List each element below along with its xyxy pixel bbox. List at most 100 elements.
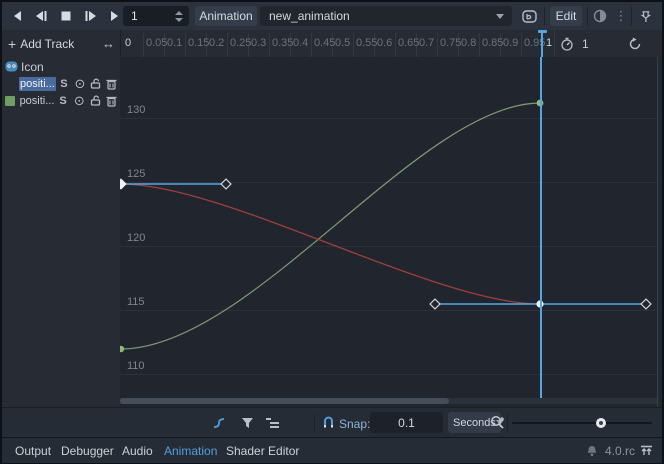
zoom-slider[interactable] [512, 422, 652, 424]
ruler-tick-end: 1 [546, 37, 552, 49]
tab-audio[interactable]: Audio [122, 438, 153, 463]
ruler-tick: 0.6 [377, 37, 392, 49]
tab-output[interactable]: Output [15, 438, 51, 463]
ruler-tick: 0.5 [335, 37, 350, 49]
animation-length-field[interactable]: 1 [582, 30, 589, 57]
track-name-label[interactable]: positi... [20, 95, 55, 107]
track-name-label[interactable]: positi... [19, 77, 56, 91]
ruler-tick: 0.05 [146, 37, 167, 49]
zoom-slider-handle[interactable] [596, 418, 606, 428]
green-key-start [120, 346, 124, 352]
toolbar-separator [507, 414, 508, 432]
resize-horizontal-icon[interactable]: ↔ [102, 36, 115, 51]
time-spinner-icon[interactable] [175, 11, 189, 22]
graph-right-margin [658, 57, 662, 407]
add-track-button[interactable]: + Add Track ↔ [2, 30, 121, 58]
loop-icon[interactable] [628, 30, 642, 57]
bezier-curve-icon[interactable] [210, 415, 228, 431]
play-backwards-icon[interactable] [8, 7, 28, 25]
timeline-ruler[interactable]: 0 0.05 0.1 0.15 0.2 0.25 0.3 0.35 0.4 0.… [120, 30, 662, 58]
toolbar-separator [631, 7, 632, 25]
version-label: 4.0.rc [605, 438, 635, 463]
animation-length-clock-icon [560, 30, 574, 57]
animation-menu-button[interactable]: Animation [195, 6, 257, 26]
animation-libraries-icon[interactable] [520, 8, 538, 24]
horizontal-scrollbar-track[interactable] [120, 398, 657, 404]
godot-node-icon [5, 60, 18, 73]
handle-diamond [430, 299, 440, 309]
tab-debugger[interactable]: Debugger [61, 438, 114, 463]
expand-bottom-panel-icon[interactable] [640, 438, 653, 463]
track-list-panel: Icon positi... S ⊙ positi... S ⊙ [2, 57, 121, 407]
ruler-tick: 0.35 [272, 37, 293, 49]
unlock-icon[interactable] [88, 78, 104, 89]
play-from-start-icon[interactable] [81, 7, 101, 25]
letter-s-icon[interactable]: S [55, 95, 71, 107]
track-row[interactable]: positi... S ⊙ [2, 92, 120, 109]
eye-visibility-icon[interactable]: ⊙ [71, 93, 87, 109]
notification-bell-icon[interactable] [586, 438, 598, 463]
ruler-tick: 0.75 [440, 37, 461, 49]
pin-panel-icon[interactable] [638, 8, 654, 24]
edit-button[interactable]: Edit [550, 6, 582, 26]
trash-icon[interactable] [104, 78, 120, 90]
ruler-tick: 0.2 [209, 37, 224, 49]
onion-skinning-icon[interactable] [592, 8, 608, 24]
green-curve [121, 103, 540, 349]
horizontal-scrollbar-handle[interactable] [120, 398, 449, 404]
toolbar-separator [314, 414, 315, 432]
track-row[interactable]: positi... S ⊙ [2, 75, 120, 92]
animation-name-dropdown[interactable]: new_animation [260, 6, 512, 26]
play-icon[interactable] [105, 7, 125, 25]
unlock-icon[interactable] [87, 95, 103, 106]
trash-icon[interactable] [104, 95, 120, 107]
ruler-tick: 0.55 [356, 37, 377, 49]
eye-visibility-icon[interactable]: ⊙ [72, 76, 88, 92]
stop-icon[interactable] [56, 7, 76, 25]
ruler-tick: 0.4 [293, 37, 308, 49]
godot-animation-panel: 1 Animation new_animation Edit ⋮ [0, 0, 664, 464]
ruler-tick: 0.1 [167, 37, 182, 49]
tab-shader-editor[interactable]: Shader Editor [226, 438, 299, 463]
ruler-tick: 0 [125, 37, 131, 49]
ruler-tick: 0.45 [314, 37, 335, 49]
selected-tracks-list-icon[interactable] [263, 415, 281, 431]
track-color-swatch [5, 96, 15, 106]
red-curve [121, 184, 540, 304]
track-node-row[interactable]: Icon [2, 58, 120, 75]
timeline-header: + Add Track ↔ 0 0.05 0.1 [2, 30, 662, 57]
bezier-curve-editor[interactable]: 130 125 120 115 110 [120, 57, 658, 407]
snap-label: Snap: [339, 417, 370, 431]
letter-s-icon[interactable]: S [56, 78, 72, 90]
ruler-tick: 0.85 [482, 37, 503, 49]
ruler-tick: 0.25 [230, 37, 251, 49]
ruler-tick: 0.9 [503, 37, 518, 49]
add-track-label: Add Track [20, 37, 74, 51]
tab-animation[interactable]: Animation [164, 438, 217, 463]
toolbar-separator [544, 7, 545, 25]
handle-diamond [641, 299, 651, 309]
bottom-panel-bar: Output Debugger Audio Animation Shader E… [2, 437, 662, 463]
plus-icon: + [8, 36, 16, 52]
kebab-menu-icon[interactable]: ⋮ [614, 8, 628, 24]
handle-diamond [221, 179, 231, 189]
bezier-curves-canvas [120, 57, 657, 407]
filter-tracks-icon[interactable] [238, 415, 256, 431]
chevron-down-icon [496, 14, 504, 19]
animation-toolbar: 1 Animation new_animation Edit ⋮ [2, 2, 662, 31]
node-name-label: Icon [21, 60, 44, 74]
current-time-field[interactable]: 1 [123, 6, 189, 26]
snap-value-input[interactable]: 0.1 [370, 412, 443, 433]
toolbar-separator [587, 7, 588, 25]
red-key-start-selected [120, 178, 127, 189]
animation-name-value: new_animation [260, 9, 496, 23]
playhead-marker-stem[interactable] [541, 32, 543, 57]
ruler-tick: 0.65 [398, 37, 419, 49]
snap-magnet-icon [322, 416, 335, 429]
ruler-tick: 0.7 [419, 37, 434, 49]
zoom-icon [490, 415, 505, 430]
ruler-tick: 0.8 [461, 37, 476, 49]
play-backwards-from-end-icon[interactable] [31, 7, 51, 25]
playhead-line[interactable] [540, 57, 542, 398]
ruler-tick: 0.15 [188, 37, 209, 49]
